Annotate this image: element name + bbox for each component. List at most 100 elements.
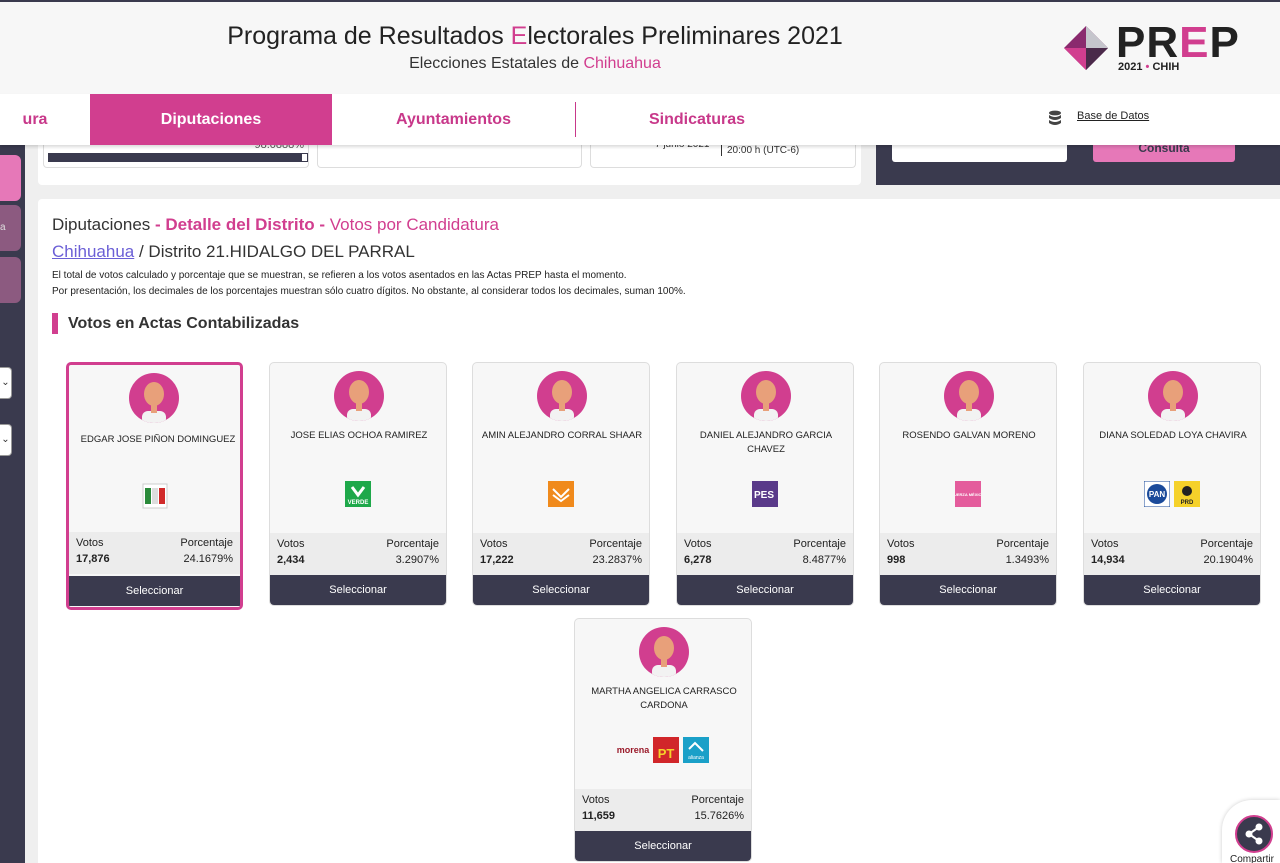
nueva-alianza-logo-icon: alianza [683, 737, 710, 763]
candidate-card[interactable]: EDGAR JOSE PIÑON DOMINGUEZ Votos 17,876 Por… [66, 362, 243, 610]
candidate-name: EDGAR JOSE PIÑON DOMINGUEZ [80, 434, 236, 445]
percentage-label: Porcentaje [996, 538, 1049, 550]
percentage-label: Porcentaje [386, 538, 439, 550]
votes-label: Votos [277, 538, 305, 550]
votes-label: Votos [76, 537, 104, 549]
party-logos: FUERZA MÉXICO [880, 481, 1056, 511]
chevron-down-icon: ⌄ [1, 434, 10, 445]
pan-logo-icon: PAN [1144, 481, 1170, 507]
sidebar-button[interactable] [0, 257, 21, 303]
search-input[interactable] [892, 145, 1067, 162]
candidate-card[interactable]: AMIN ALEJANDRO CORRAL SHAAR Votos 17,222 Po… [472, 362, 650, 606]
votes-label: Votos [887, 538, 915, 550]
select-button[interactable]: Seleccionar [677, 575, 853, 605]
location-path: Chihuahua / Distrito 21.HIDALGO DEL PARR… [52, 242, 415, 262]
candidate-card[interactable]: ROSENDO GALVAN MORENO FUERZA MÉXICO Votos 9… [879, 362, 1057, 606]
actas-progress-box: 98.0888% [43, 139, 309, 168]
pri-logo-icon [142, 483, 167, 509]
share-label: Compartir [1230, 854, 1274, 863]
candidate-stats: Votos 17,876 Porcentaje 24.1679% [69, 532, 240, 574]
candidate-card[interactable]: JOSE ELIAS OCHOA RAMIREZ VERDE Votos 2,434 P… [269, 362, 447, 606]
tab-ayuntamientos[interactable]: Ayuntamientos [332, 94, 575, 145]
sidebar-button[interactable]: a [0, 205, 21, 251]
svg-text:PRD: PRD [1181, 500, 1194, 506]
sidebar-button[interactable] [0, 155, 21, 201]
tab-gubernatura[interactable]: ura [0, 94, 90, 145]
sidebar-button-label: a [0, 222, 6, 233]
select-button[interactable]: Seleccionar [69, 576, 240, 606]
summary-panel: 98.0888% 7 junio 2021 20:00 h (UTC-6) [38, 139, 861, 185]
party-logos: PAN PRD [1084, 481, 1260, 511]
search-panel: Consulta [876, 145, 1280, 185]
percentage-label: Porcentaje [180, 537, 233, 549]
svg-text:VERDE: VERDE [348, 500, 369, 506]
chevron-down-icon: ⌄ [1, 377, 10, 388]
candidate-stats: Votos 6,278 Porcentaje 8.4877% [677, 533, 853, 575]
percentage-label: Porcentaje [691, 794, 744, 806]
sidebar-select[interactable]: ⌄ [0, 424, 12, 456]
percentage-value: 8.4877% [802, 554, 846, 566]
share-icon [1245, 823, 1263, 845]
cut-time-box: 7 junio 2021 20:00 h (UTC-6) [590, 139, 856, 168]
summary-box [317, 145, 582, 168]
votes-value: 998 [887, 554, 906, 566]
candidate-stats: Votos 2,434 Porcentaje 3.2907% [270, 533, 446, 575]
candidate-name: JOSE ELIAS OCHOA RAMIREZ [290, 430, 428, 441]
candidate-name: DIANA SOLEDAD LOYA CHAVIRA [1099, 430, 1247, 441]
percentage-value: 3.2907% [395, 554, 439, 566]
candidate-card[interactable]: MARTHA ANGELICA CARRASCO CARDONA morena PT… [574, 618, 752, 862]
candidate-avatar-icon [334, 371, 384, 421]
percentage-label: Porcentaje [793, 538, 846, 550]
tab-diputaciones[interactable]: Diputaciones [90, 94, 332, 145]
app-header: Programa de Resultados Electorales Preli… [0, 0, 1280, 94]
votes-label: Votos [480, 538, 508, 550]
candidate-card[interactable]: DANIEL ALEJANDRO GARCIA CHAVEZ PES Votos 6,… [676, 362, 854, 606]
candidate-card[interactable]: DIANA SOLEDAD LOYA CHAVIRA PAN PRD Votos 14,… [1083, 362, 1261, 606]
party-logos [473, 481, 649, 511]
cut-time: 20:00 h (UTC-6) [721, 145, 799, 156]
select-button[interactable]: Seleccionar [1084, 575, 1260, 605]
select-button[interactable]: Seleccionar [473, 575, 649, 605]
select-button[interactable]: Seleccionar [880, 575, 1056, 605]
party-logos: VERDE [270, 481, 446, 511]
share-button[interactable] [1235, 815, 1273, 853]
info-note: El total de votos calculado y porcentaje… [52, 270, 627, 281]
prd-logo-icon: PRD [1174, 481, 1200, 507]
share-widget[interactable]: Compartir [1222, 800, 1280, 863]
candidate-avatar-icon [944, 371, 994, 421]
breadcrumb: Diputaciones - Detalle del Distrito - Vo… [52, 215, 499, 234]
left-sidebar: a ⌄ ⌄ [0, 145, 25, 863]
votes-value: 6,278 [684, 554, 712, 566]
info-note: Por presentación, los decimales de los p… [52, 286, 686, 297]
sidebar-select[interactable]: ⌄ [0, 367, 12, 399]
select-button[interactable]: Seleccionar [575, 831, 751, 861]
percentage-value: 20.1904% [1203, 554, 1253, 566]
candidate-stats: Votos 998 Porcentaje 1.3493% [880, 533, 1056, 575]
actas-progress-bar [48, 153, 308, 162]
candidate-name: MARTHA ANGELICA CARRASCO CARDONA [591, 686, 737, 711]
votes-value: 11,659 [582, 810, 616, 822]
party-logos: morena PT alianza [575, 737, 751, 767]
percentage-label: Porcentaje [1200, 538, 1253, 550]
candidate-name: ROSENDO GALVAN MORENO [902, 430, 1036, 441]
svg-text:PES: PES [754, 490, 774, 501]
select-button[interactable]: Seleccionar [270, 575, 446, 605]
candidate-avatar-icon [639, 627, 689, 677]
consulta-button-label: Consulta [1138, 145, 1190, 155]
state-link[interactable]: Chihuahua [52, 242, 134, 261]
candidate-avatar-icon [741, 371, 791, 421]
percentage-value: 15.7626% [694, 810, 744, 822]
database-link[interactable]: Base de Datos [1049, 110, 1149, 125]
tab-sindicaturas[interactable]: Sindicaturas [576, 94, 818, 145]
svg-text:PT: PT [658, 746, 675, 761]
fxm-logo-icon: FUERZA MÉXICO [955, 481, 981, 507]
prep-logo[interactable]: PREP 2021 • CHIH [1060, 18, 1250, 77]
pvem-logo-icon: VERDE [345, 481, 371, 507]
actas-progress-fill [49, 154, 302, 161]
consulta-button[interactable]: Consulta [1093, 145, 1235, 162]
party-logos: PES [677, 481, 853, 511]
pes-logo-icon: PES [752, 481, 778, 507]
votes-label: Votos [684, 538, 712, 550]
district-name: / Distrito 21.HIDALGO DEL PARRAL [134, 242, 415, 261]
candidate-stats: Votos 11,659 Porcentaje 15.7626% [575, 789, 751, 831]
